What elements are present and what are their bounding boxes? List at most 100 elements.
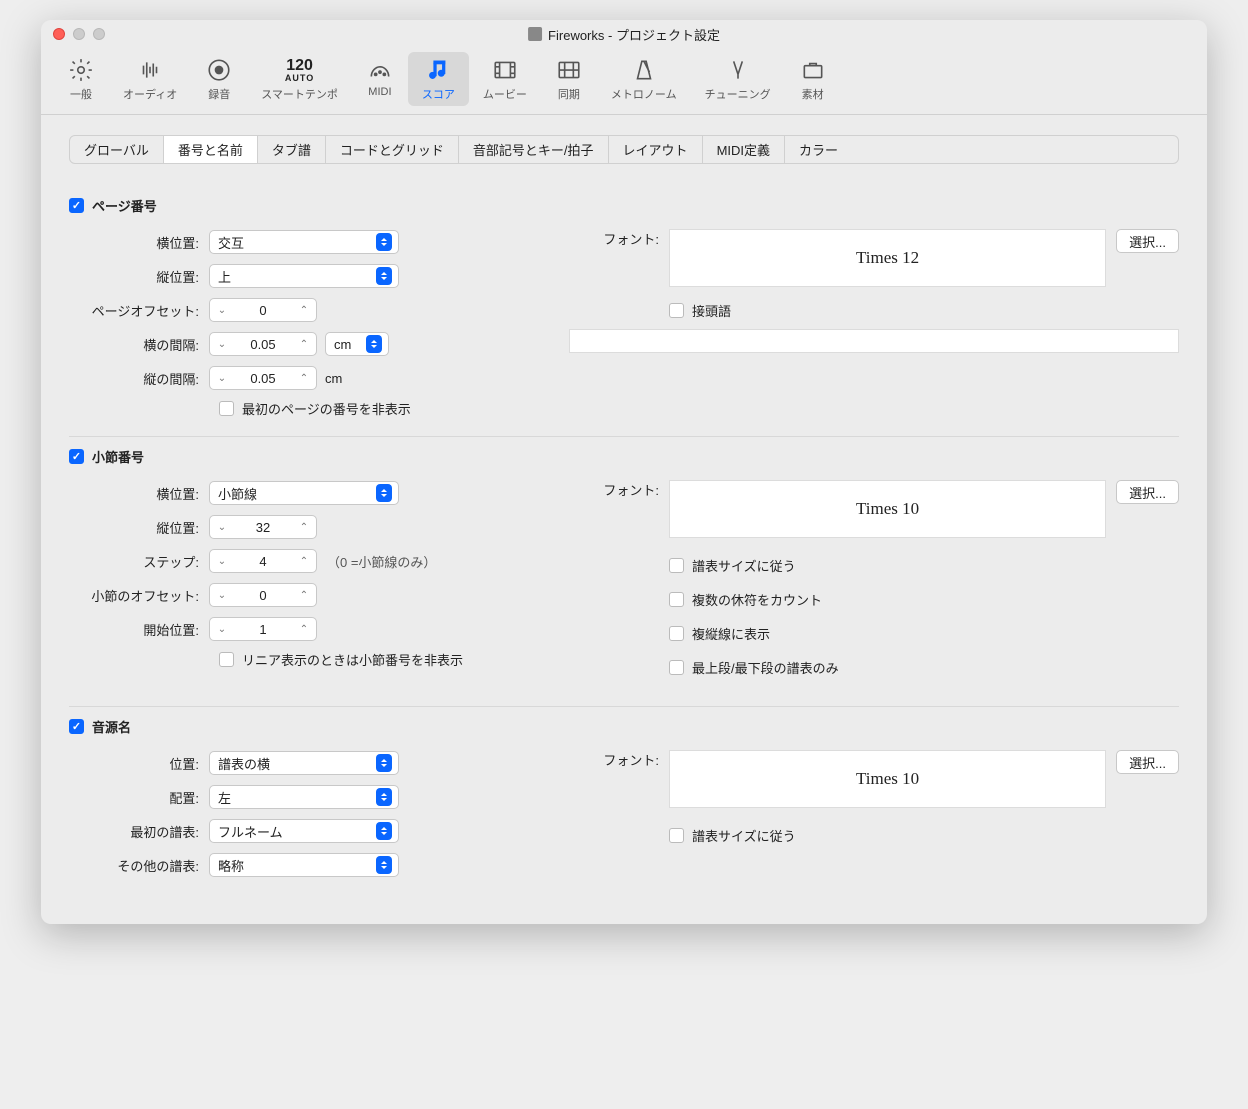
page-number-title: ページ番号 bbox=[92, 196, 157, 215]
hide-linear-checkbox[interactable] bbox=[219, 652, 234, 667]
chevron-updown-icon bbox=[376, 484, 392, 502]
other-staff-select[interactable]: 略称 bbox=[209, 853, 399, 877]
section-inst-name: 音源名 位置: 譜表の横 配置: 左 最初の譜表: フルネーム その他の譜表: … bbox=[69, 707, 1179, 904]
page-vpos-select[interactable]: 上 bbox=[209, 264, 399, 288]
count-rests-label: 複数の休符をカウント bbox=[692, 590, 822, 609]
label-v-gap: 縦の間隔: bbox=[69, 369, 209, 388]
inst-follow-staff-checkbox[interactable] bbox=[669, 828, 684, 843]
subtab-番号と名前[interactable]: 番号と名前 bbox=[164, 136, 258, 163]
toolbar-assets[interactable]: 素材 bbox=[785, 52, 841, 106]
label-h-gap: 横の間隔: bbox=[69, 335, 209, 354]
hide-linear-label: リニア表示のときは小節番号を非表示 bbox=[242, 650, 463, 669]
toolbar-midi[interactable]: MIDI bbox=[352, 52, 408, 106]
subtab-コードとグリッド[interactable]: コードとグリッド bbox=[326, 136, 459, 163]
inst-pos-select[interactable]: 譜表の横 bbox=[209, 751, 399, 775]
stepper-down-icon[interactable]: ⌄ bbox=[210, 299, 234, 321]
bar-start-stepper[interactable]: ⌄1⌃ bbox=[209, 617, 317, 641]
stepper-down-icon[interactable]: ⌄ bbox=[210, 550, 234, 572]
page-offset-stepper[interactable]: ⌄0⌃ bbox=[209, 298, 317, 322]
subtab-MIDI定義[interactable]: MIDI定義 bbox=[703, 136, 785, 163]
toolbar-movie[interactable]: ムービー bbox=[469, 52, 541, 106]
bar-font-preview: Times 10 bbox=[669, 480, 1106, 538]
movie-icon bbox=[491, 56, 519, 84]
bar-step-stepper[interactable]: ⌄4⌃ bbox=[209, 549, 317, 573]
first-staff-select[interactable]: フルネーム bbox=[209, 819, 399, 843]
stepper-down-icon[interactable]: ⌄ bbox=[210, 584, 234, 606]
toolbar-record[interactable]: 録音 bbox=[191, 52, 247, 106]
close-window-button[interactable] bbox=[53, 28, 65, 40]
stepper-up-icon[interactable]: ⌃ bbox=[292, 550, 316, 572]
count-rests-checkbox[interactable] bbox=[669, 592, 684, 607]
inst-name-title: 音源名 bbox=[92, 717, 131, 736]
chevron-updown-icon bbox=[376, 267, 392, 285]
subtab-タブ譜[interactable]: タブ譜 bbox=[258, 136, 326, 163]
window-title-text: Fireworks - プロジェクト設定 bbox=[548, 25, 720, 44]
bar-number-title: 小節番号 bbox=[92, 447, 144, 466]
label-v-pos: 縦位置: bbox=[69, 267, 209, 286]
bar-font-select-button[interactable]: 選択... bbox=[1116, 480, 1179, 504]
show-double-checkbox[interactable] bbox=[669, 626, 684, 641]
prefix-checkbox[interactable] bbox=[669, 303, 684, 318]
page-number-checkbox[interactable] bbox=[69, 198, 84, 213]
label-start-pos: 開始位置: bbox=[69, 620, 209, 639]
stepper-down-icon[interactable]: ⌄ bbox=[210, 367, 234, 389]
hide-first-page-label: 最初のページの番号を非表示 bbox=[242, 399, 411, 418]
vgap-unit-label: cm bbox=[325, 371, 342, 386]
stepper-down-icon[interactable]: ⌄ bbox=[210, 516, 234, 538]
label-font: フォント: bbox=[589, 229, 669, 248]
toolbar-sync[interactable]: 同期 bbox=[541, 52, 597, 106]
subtab-グローバル[interactable]: グローバル bbox=[70, 136, 164, 163]
stepper-down-icon[interactable]: ⌄ bbox=[210, 333, 234, 355]
section-page-number: ページ番号 横位置: 交互 縦位置: 上 ページオフセット: ⌄0⌃ 横の間隔:… bbox=[69, 186, 1179, 437]
inst-font-preview: Times 10 bbox=[669, 750, 1106, 808]
toolbar-wave[interactable]: オーディオ bbox=[109, 52, 191, 106]
stepper-up-icon[interactable]: ⌃ bbox=[292, 367, 316, 389]
assets-icon bbox=[799, 56, 827, 84]
bar-hpos-select[interactable]: 小節線 bbox=[209, 481, 399, 505]
top-bottom-checkbox[interactable] bbox=[669, 660, 684, 675]
subtab-音部記号とキー/拍子[interactable]: 音部記号とキー/拍子 bbox=[459, 136, 609, 163]
stepper-up-icon[interactable]: ⌃ bbox=[292, 584, 316, 606]
inst-font-select-button[interactable]: 選択... bbox=[1116, 750, 1179, 774]
label-h-pos: 横位置: bbox=[69, 233, 209, 252]
chevron-updown-icon bbox=[366, 335, 382, 353]
minimize-window-button[interactable] bbox=[73, 28, 85, 40]
toolbar-gear[interactable]: 一般 bbox=[53, 52, 109, 106]
toolbar-tempo[interactable]: 120AUTOスマートテンポ bbox=[247, 52, 352, 106]
hide-first-page-checkbox[interactable] bbox=[219, 401, 234, 416]
inst-follow-staff-label: 譜表サイズに従う bbox=[692, 826, 796, 845]
titlebar: Fireworks - プロジェクト設定 bbox=[41, 20, 1207, 48]
page-vgap-stepper[interactable]: ⌄0.05⌃ bbox=[209, 366, 317, 390]
toolbar-tuning[interactable]: チューニング bbox=[691, 52, 785, 106]
stepper-up-icon[interactable]: ⌃ bbox=[292, 516, 316, 538]
prefix-input[interactable] bbox=[569, 329, 1179, 353]
chevron-updown-icon bbox=[376, 233, 392, 251]
follow-staff-label: 譜表サイズに従う bbox=[692, 556, 796, 575]
stepper-down-icon[interactable]: ⌄ bbox=[210, 618, 234, 640]
stepper-up-icon[interactable]: ⌃ bbox=[292, 333, 316, 355]
toolbar-score[interactable]: スコア bbox=[408, 52, 469, 106]
page-font-select-button[interactable]: 選択... bbox=[1116, 229, 1179, 253]
label-inst-font: フォント: bbox=[589, 750, 669, 769]
window-title: Fireworks - プロジェクト設定 bbox=[528, 25, 720, 44]
record-icon bbox=[205, 56, 233, 84]
label-first-staff: 最初の譜表: bbox=[69, 822, 209, 841]
inst-align-select[interactable]: 左 bbox=[209, 785, 399, 809]
stepper-up-icon[interactable]: ⌃ bbox=[292, 618, 316, 640]
label-other-staff: その他の譜表: bbox=[69, 856, 209, 875]
page-hpos-select[interactable]: 交互 bbox=[209, 230, 399, 254]
bar-offset-stepper[interactable]: ⌄0⌃ bbox=[209, 583, 317, 607]
page-hgap-stepper[interactable]: ⌄0.05⌃ bbox=[209, 332, 317, 356]
bar-vpos-stepper[interactable]: ⌄32⌃ bbox=[209, 515, 317, 539]
subtab-カラー[interactable]: カラー bbox=[785, 136, 852, 163]
toolbar-metronome[interactable]: メトロノーム bbox=[597, 52, 691, 106]
inst-name-checkbox[interactable] bbox=[69, 719, 84, 734]
hgap-unit-select[interactable]: cm bbox=[325, 332, 389, 356]
follow-staff-checkbox[interactable] bbox=[669, 558, 684, 573]
subtab-レイアウト[interactable]: レイアウト bbox=[609, 136, 703, 163]
stepper-up-icon[interactable]: ⌃ bbox=[292, 299, 316, 321]
zoom-window-button[interactable] bbox=[93, 28, 105, 40]
bar-number-checkbox[interactable] bbox=[69, 449, 84, 464]
label-bar-vpos: 縦位置: bbox=[69, 518, 209, 537]
gear-icon bbox=[67, 56, 95, 84]
